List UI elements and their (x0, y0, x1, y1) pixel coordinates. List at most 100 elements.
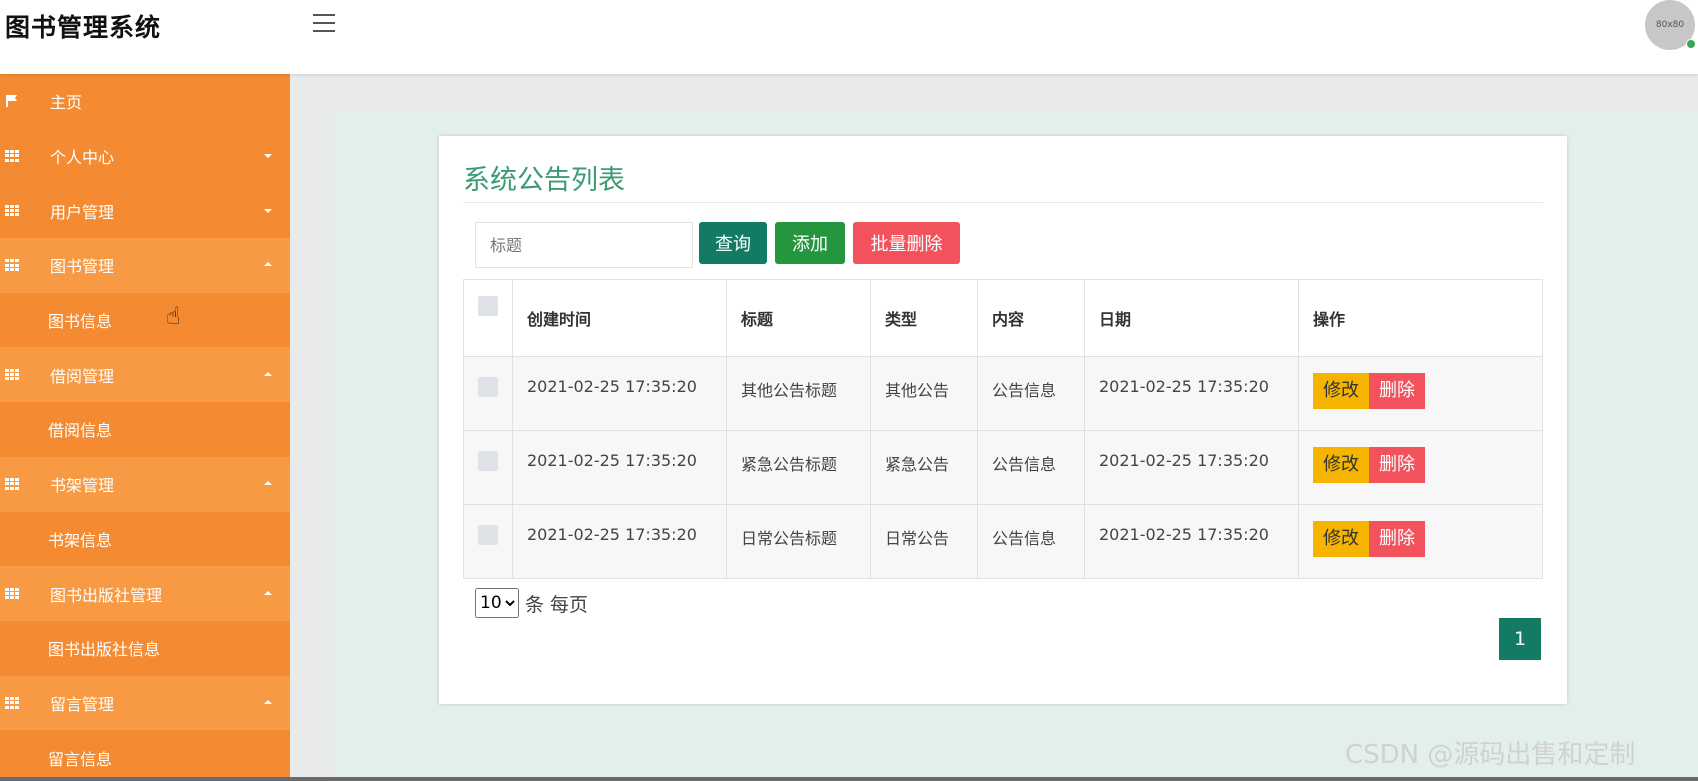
sidebar-item-8[interactable]: 书架信息 (0, 512, 290, 567)
sidebar-item-7[interactable]: 书架管理 (0, 456, 290, 512)
cell-content: 公告信息 (977, 356, 1085, 431)
cell-actions: 修改 删除 (1298, 430, 1543, 505)
cell-title: 日常公告标题 (726, 504, 871, 579)
row-checkbox[interactable] (478, 525, 498, 545)
page-size-label: 条 每页 (525, 593, 589, 616)
row-select-cell (463, 356, 513, 431)
cell-content: 公告信息 (977, 504, 1085, 579)
sidebar-item-label: 图书出版社管理 (50, 585, 163, 605)
select-all-checkbox[interactable] (478, 296, 498, 316)
batch-delete-button[interactable]: 批量删除 (853, 222, 960, 264)
cell-date: 2021-02-25 17:35:20 (1084, 356, 1299, 431)
caret-down-icon (264, 154, 272, 159)
col-title: 标题 (726, 279, 871, 357)
cell-date: 2021-02-25 17:35:20 (1084, 504, 1299, 579)
top-bar: 图书管理系统 80x80 (0, 0, 1698, 74)
hand-cursor-icon: ☝ (166, 302, 181, 330)
sidebar: 主页个人中心用户管理图书管理图书信息借阅管理借阅信息书架管理书架信息图书出版社管… (0, 74, 290, 781)
table-row: 2021-02-25 17:35:20 紧急公告标题 紧急公告 公告信息 2021-02… (463, 430, 1543, 505)
grid-icon (5, 259, 19, 272)
cell-created: 2021-02-25 17:35:20 (512, 504, 727, 579)
select-all-cell (463, 279, 513, 357)
col-content: 内容 (977, 279, 1085, 357)
delete-button[interactable]: 删除 (1369, 521, 1425, 557)
sidebar-item-label: 留言管理 (50, 694, 115, 714)
col-created: 创建时间 (512, 279, 727, 357)
sidebar-item-2[interactable]: 用户管理 (0, 183, 290, 238)
sidebar-item-11[interactable]: 留言管理 (0, 675, 290, 731)
sidebar-item-label: 书架管理 (50, 476, 115, 496)
divider (463, 202, 1543, 203)
notice-table: 创建时间 标题 类型 内容 日期 操作 2021-02-25 17:35:20 其… (463, 279, 1543, 579)
delete-button[interactable]: 删除 (1369, 373, 1425, 409)
sidebar-item-label: 借阅管理 (50, 366, 115, 386)
cell-created: 2021-02-25 17:35:20 (512, 356, 727, 431)
edit-button[interactable]: 修改 (1313, 521, 1369, 557)
table-row: 2021-02-25 17:35:20 日常公告标题 日常公告 公告信息 2021-02… (463, 504, 1543, 579)
caret-up-icon (264, 590, 272, 595)
online-status-dot (1686, 39, 1696, 49)
app-title: 图书管理系统 (5, 13, 162, 42)
grid-icon (5, 204, 19, 217)
caret-up-icon (264, 262, 272, 267)
table-row: 2021-02-25 17:35:20 其他公告标题 其他公告 公告信息 2021-02… (463, 356, 1543, 431)
cell-title: 紧急公告标题 (726, 430, 871, 505)
add-button[interactable]: 添加 (775, 222, 845, 264)
cell-type: 日常公告 (870, 504, 978, 579)
page-button-current[interactable]: 1 (1499, 618, 1541, 660)
caret-up-icon (264, 699, 272, 704)
caret-down-icon (264, 208, 272, 213)
sidebar-item-label: 图书管理 (50, 257, 115, 277)
sidebar-item-label: 个人中心 (50, 148, 115, 168)
row-checkbox[interactable] (478, 377, 498, 397)
row-checkbox[interactable] (478, 451, 498, 471)
edit-button[interactable]: 修改 (1313, 373, 1369, 409)
grid-icon (5, 150, 19, 162)
page-size-select[interactable]: 10 (475, 588, 519, 618)
col-date: 日期 (1084, 279, 1299, 357)
flag-icon (6, 95, 17, 108)
sidebar-item-3[interactable]: 图书管理 (0, 238, 290, 293)
sidebar-item-10[interactable]: 图书出版社信息 (0, 621, 290, 676)
sidebar-item-1[interactable]: 个人中心 (0, 129, 290, 184)
caret-up-icon (264, 481, 272, 486)
sidebar-item-label: 书架信息 (48, 530, 113, 550)
sidebar-item-9[interactable]: 图书出版社管理 (0, 566, 290, 621)
page-title: 系统公告列表 (463, 165, 625, 196)
query-button[interactable]: 查询 (699, 222, 767, 264)
cell-actions: 修改 删除 (1298, 356, 1543, 431)
cell-actions: 修改 删除 (1298, 504, 1543, 579)
sidebar-item-label: 图书信息 (48, 312, 113, 332)
menu-toggle-icon[interactable] (313, 14, 335, 32)
watermark: CSDN @源码出售和定制 (1345, 740, 1636, 770)
title-search-input[interactable] (475, 222, 693, 268)
bottom-border (0, 777, 1698, 781)
grid-icon (5, 478, 19, 490)
cell-type: 紧急公告 (870, 430, 978, 505)
page-size-control: 10 条 每页 (475, 588, 588, 618)
table-header-row: 创建时间 标题 类型 内容 日期 操作 (463, 279, 1543, 357)
edit-button[interactable]: 修改 (1313, 447, 1369, 483)
delete-button[interactable]: 删除 (1369, 447, 1425, 483)
col-type: 类型 (870, 279, 978, 357)
sidebar-item-label: 用户管理 (50, 202, 115, 222)
sidebar-item-label: 借阅信息 (48, 421, 113, 441)
sidebar-item-4[interactable]: 图书信息 (0, 293, 290, 348)
grid-icon (5, 696, 19, 709)
cell-content: 公告信息 (977, 430, 1085, 505)
sidebar-item-5[interactable]: 借阅管理 (0, 347, 290, 403)
row-select-cell (463, 430, 513, 505)
cell-type: 其他公告 (870, 356, 978, 431)
col-actions: 操作 (1298, 279, 1543, 357)
row-select-cell (463, 504, 513, 579)
sidebar-item-12[interactable]: 留言信息 (0, 730, 290, 781)
cell-created: 2021-02-25 17:35:20 (512, 430, 727, 505)
sidebar-item-6[interactable]: 借阅信息 (0, 402, 290, 457)
grid-icon (5, 587, 19, 600)
sidebar-item-0[interactable]: 主页 (0, 74, 290, 129)
notice-list-card: 系统公告列表 查询 添加 批量删除 创建时间 标题 类型 内容 日期 操作 20… (439, 136, 1567, 704)
grid-icon (5, 368, 19, 381)
sidebar-item-label: 主页 (50, 93, 83, 113)
cell-title: 其他公告标题 (726, 356, 871, 431)
sidebar-item-label: 图书出版社信息 (48, 640, 161, 660)
